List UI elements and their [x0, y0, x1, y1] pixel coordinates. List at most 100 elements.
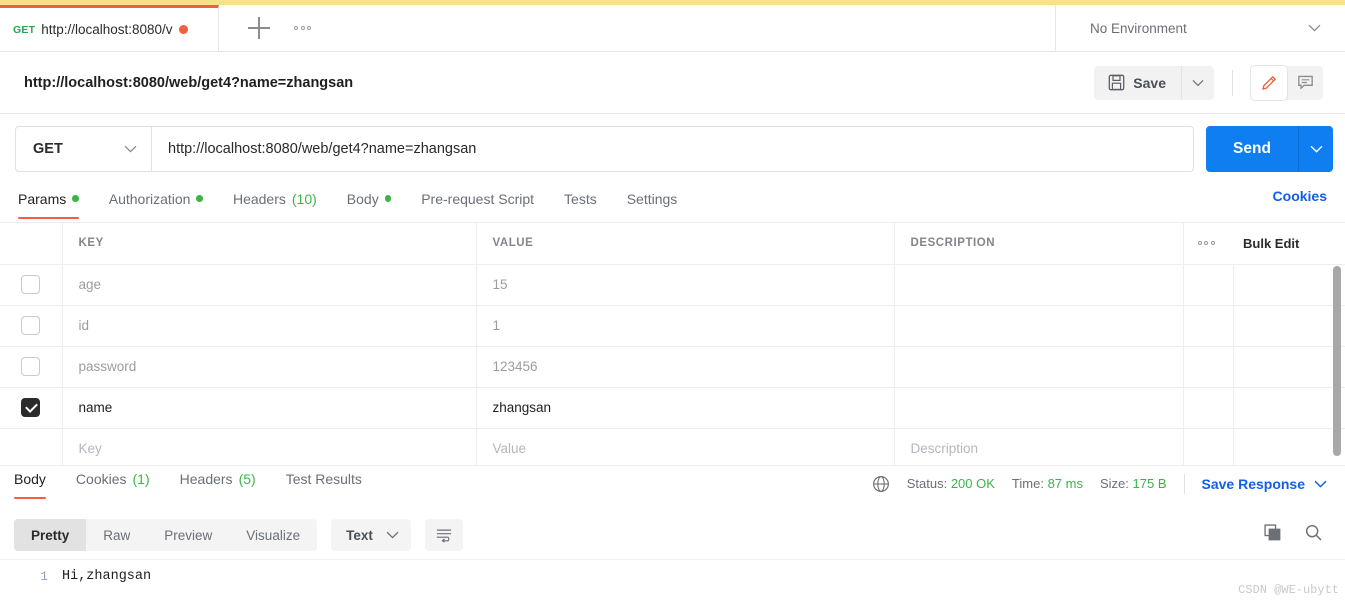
request-title-row: http://localhost:8080/web/get4?name=zhan… [0, 52, 1345, 114]
tab-label: Headers [232, 190, 286, 207]
time-text: Time: 87 ms [1012, 476, 1083, 491]
save-response-button[interactable]: Save Response [1202, 476, 1328, 492]
select-all-column [0, 223, 63, 265]
row-key[interactable]: age [62, 264, 477, 306]
request-section-tabs: Params Authorization Headers (10) Body P… [0, 186, 1345, 222]
row-description[interactable] [894, 387, 1184, 429]
response-tab-test-results[interactable]: Test Results [286, 466, 362, 500]
row-spacer [1233, 428, 1345, 470]
save-button[interactable]: Save [1094, 65, 1182, 100]
table-row[interactable]: name zhangsan [0, 387, 1345, 429]
http-method-select[interactable]: GET [15, 126, 151, 172]
new-row-key-input[interactable]: Key [62, 428, 477, 470]
row-value[interactable]: 15 [476, 264, 895, 306]
tab-count: (1) [132, 470, 150, 487]
unsaved-changes-dot-icon [178, 25, 188, 34]
size-value: 175 B [1132, 476, 1167, 491]
save-dropdown-button[interactable] [1182, 65, 1214, 100]
row-checkbox-cell [0, 264, 63, 306]
row-spacer [1233, 305, 1345, 347]
row-checkbox[interactable] [21, 316, 41, 335]
watermark: CSDN @WE-ubytt [1238, 583, 1339, 597]
row-spacer [1233, 346, 1345, 388]
row-spacer [1233, 387, 1345, 429]
row-actions[interactable] [1183, 305, 1234, 347]
response-header: Body Cookies (1) Headers (5) Test Result… [0, 465, 1345, 507]
row-checkbox-cell [0, 428, 63, 470]
tab-label: Cookies [75, 470, 127, 487]
tab-headers[interactable]: Headers (10) [233, 186, 317, 220]
copy-icon [1264, 524, 1281, 541]
row-key[interactable]: password [62, 346, 477, 388]
response-tab-body[interactable]: Body [14, 466, 46, 500]
view-mode-raw[interactable]: Raw [86, 519, 147, 551]
row-actions[interactable] [1183, 387, 1234, 429]
row-actions[interactable] [1183, 428, 1234, 470]
row-key[interactable]: name [62, 387, 477, 429]
status-label: Status: [906, 476, 948, 491]
time-value: 87 ms [1047, 476, 1083, 491]
pencil-icon [1261, 75, 1276, 90]
tab-authorization[interactable]: Authorization [109, 186, 203, 220]
copy-button[interactable] [1263, 523, 1282, 547]
url-input[interactable]: http://localhost:8080/web/get4?name=zhan… [151, 126, 1194, 172]
row-checkbox[interactable] [21, 357, 41, 376]
row-value[interactable]: 1 [476, 305, 895, 347]
send-button[interactable]: Send [1206, 126, 1299, 172]
new-row-description-input[interactable]: Description [894, 428, 1184, 470]
word-wrap-button[interactable] [424, 519, 463, 551]
row-key[interactable]: id [62, 305, 477, 347]
tab-label: Authorization [108, 190, 191, 207]
table-row[interactable]: id 1 [0, 305, 1345, 347]
comment-request-button[interactable] [1287, 66, 1323, 100]
row-checkbox[interactable] [21, 275, 41, 294]
response-body-viewer[interactable]: 1 Hi,zhangsan CSDN @WE-ubytt [0, 559, 1345, 601]
row-actions[interactable] [1183, 264, 1234, 306]
environment-selector[interactable]: No Environment [1056, 5, 1345, 51]
view-mode-pretty[interactable]: Pretty [14, 519, 87, 551]
plus-icon[interactable] [248, 17, 270, 39]
view-mode-visualize[interactable]: Visualize [229, 519, 317, 551]
code-line: 1 Hi,zhangsan [0, 560, 1345, 584]
params-table-scrollbar[interactable] [1333, 266, 1341, 456]
save-label: Save [1133, 74, 1166, 91]
response-tab-cookies[interactable]: Cookies (1) [76, 466, 150, 500]
toolbar-divider [1232, 69, 1233, 96]
request-tools-group [1251, 65, 1323, 100]
table-row[interactable]: age 15 [0, 264, 1345, 306]
edit-request-button[interactable] [1251, 65, 1287, 100]
response-meta: Status: 200 OK Time: 87 ms Size: 175 B S… [872, 466, 1327, 500]
tab-settings[interactable]: Settings [627, 186, 678, 220]
row-value[interactable]: 123456 [476, 346, 895, 388]
tab-bar-actions [219, 5, 1056, 51]
tab-params[interactable]: Params [18, 186, 79, 220]
tab-label: Params [18, 190, 67, 207]
ellipsis-icon[interactable] [294, 26, 311, 30]
cookies-link[interactable]: Cookies [1273, 186, 1327, 206]
bulk-edit-button[interactable]: Bulk Edit [1233, 223, 1345, 265]
search-button[interactable] [1304, 523, 1323, 547]
row-actions[interactable] [1183, 346, 1234, 388]
row-checkbox[interactable] [21, 398, 41, 417]
row-spacer [1233, 264, 1345, 306]
response-right-tools [1263, 523, 1323, 547]
row-description[interactable] [894, 305, 1184, 347]
send-dropdown-button[interactable] [1299, 126, 1333, 172]
response-format-select[interactable]: Text [331, 519, 411, 551]
new-row-value-input[interactable]: Value [476, 428, 895, 470]
row-checkbox-cell [0, 387, 63, 429]
table-row[interactable]: password 123456 [0, 346, 1345, 388]
table-row-placeholder[interactable]: Key Value Description [0, 428, 1345, 470]
tab-tests[interactable]: Tests [564, 186, 597, 220]
response-tab-headers[interactable]: Headers (5) [180, 466, 256, 500]
tab-pre-request-script[interactable]: Pre-request Script [421, 186, 534, 220]
row-description[interactable] [894, 264, 1184, 306]
row-description[interactable] [894, 346, 1184, 388]
params-table-header-row: KEY VALUE DESCRIPTION Bulk Edit [0, 223, 1345, 265]
view-mode-preview[interactable]: Preview [147, 519, 229, 551]
tab-body[interactable]: Body [347, 186, 392, 220]
tab-title-label: http://localhost:8080/v [41, 22, 173, 37]
row-value[interactable]: zhangsan [476, 387, 895, 429]
params-table-options-button[interactable] [1183, 223, 1233, 265]
request-tab-active[interactable]: GET http://localhost:8080/v [0, 5, 219, 51]
